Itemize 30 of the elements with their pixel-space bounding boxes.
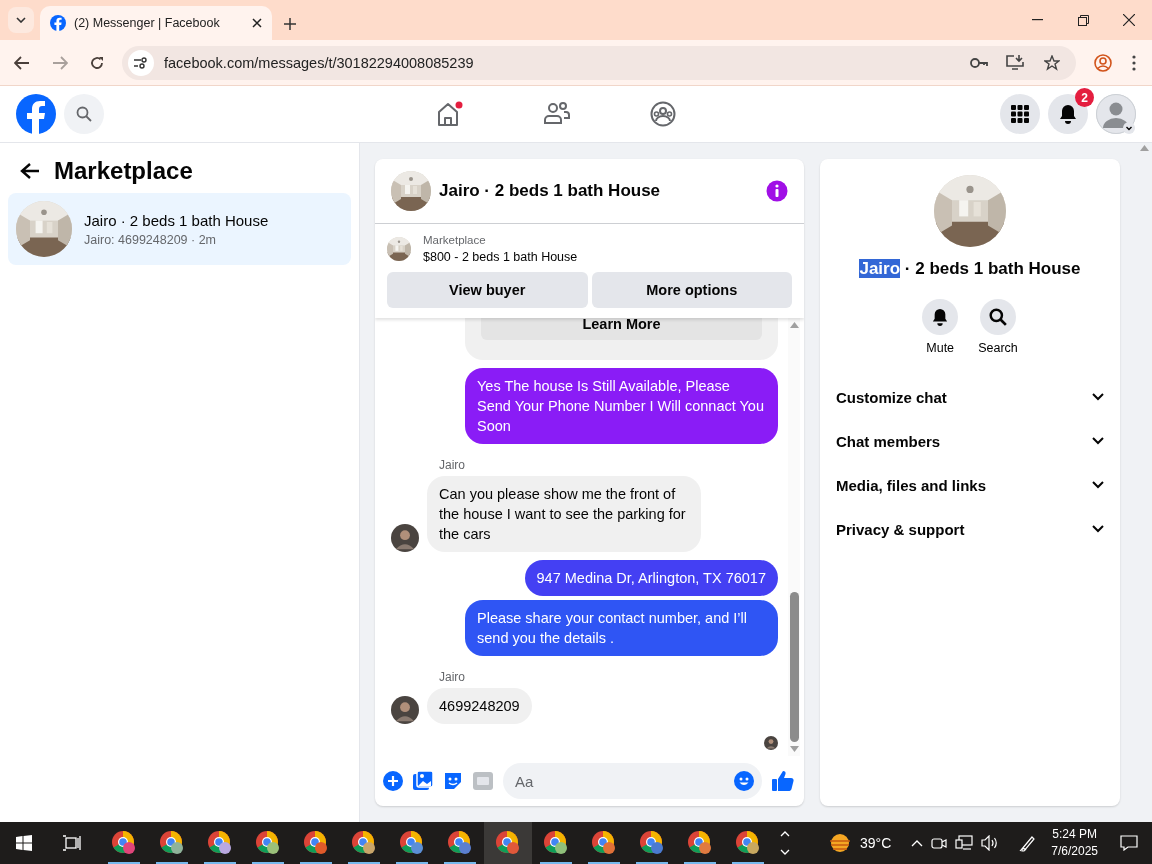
section-header[interactable]: Privacy & support [828,507,1112,551]
section-header[interactable]: Customize chat [828,375,1112,419]
listing-title: $800 - 2 beds 1 bath House [423,250,578,264]
temperature-text: 39°C [860,835,892,851]
conversation-name: Jairo · 2 beds 1 bath House [859,259,1081,279]
address-bar[interactable]: facebook.com/messages/t/30182294008085239 [122,45,1076,80]
listing-button[interactable]: More options [591,272,792,308]
url-text: facebook.com/messages/t/30182294008085239 [164,54,475,71]
message-input[interactable]: Aa [503,763,762,799]
learn-more-button[interactable]: Learn More [481,318,762,340]
sender-name: Jairo [439,458,466,472]
received-message: Can you please show me the front of the house I want to see the parking for the cars [427,476,701,552]
notification-badge: 2 [1075,88,1094,107]
sent-message: 947 Medina Dr, Arlington, TX 76017 [524,560,778,596]
page-title: Marketplace [54,157,193,185]
sender-name: Jairo [439,670,466,684]
section-header[interactable]: Chat members [828,419,1112,463]
tab-title: (2) Messenger | Facebook [74,16,221,30]
clock[interactable]: 5:24 PM 7/6/2025 [1051,826,1098,860]
browser-tab[interactable]: (2) Messenger | Facebook [40,6,272,40]
conversation-preview: Jairo: 4699248209 · 2m [84,232,218,247]
conversation-title: Jairo · 2 beds 1 bath House [84,211,269,229]
section-header[interactable]: Media, files and links [828,463,1112,507]
sent-message: Please share your contact number, and I’ll send you the details . [465,600,778,656]
sent-message: Yes The house Is Still Available, Please Send Your Phone Number I Will connact You Soon [465,368,778,444]
conversation-item[interactable]: Jairo · 2 beds 1 bath House Jairo: 4699248209 · 2m [8,193,351,265]
chat-title: Jairo · 2 beds 1 bath House [439,181,662,201]
listing-button[interactable]: View buyer [387,272,588,308]
received-message: 4699248209 [427,688,532,724]
listing-label: Marketplace [423,234,487,246]
